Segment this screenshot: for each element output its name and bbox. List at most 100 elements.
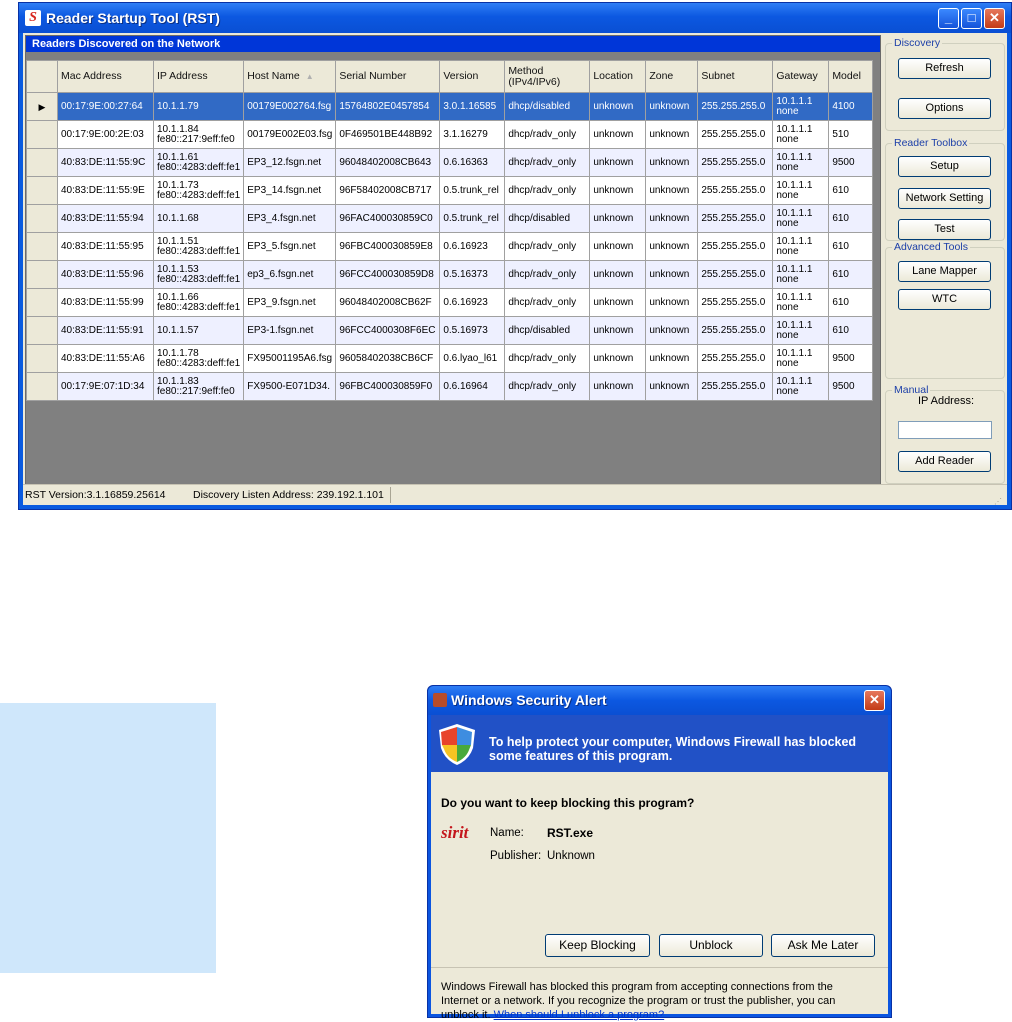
row-selector[interactable] bbox=[26, 204, 58, 233]
resize-grip-icon[interactable]: ⋰ bbox=[994, 492, 1004, 506]
row-selector[interactable] bbox=[26, 148, 58, 177]
column-header-version[interactable]: Version bbox=[439, 60, 506, 93]
cell-text: 10.1.1.1 bbox=[776, 263, 813, 275]
cell-text: FX95001195A6.fsg bbox=[247, 352, 333, 364]
cell-text: unknown bbox=[649, 296, 690, 308]
cell-ip: 10.1.1.79 bbox=[152, 92, 245, 121]
cell-text: FX9500-E071D34. bbox=[247, 380, 331, 392]
cell-text: 9500 bbox=[832, 352, 855, 364]
table-row[interactable]: 00:17:9E:07:1D:34 10.1.1.83 fe80::217:9eff… bbox=[26, 372, 874, 401]
close-icon[interactable]: ✕ bbox=[864, 690, 885, 711]
table-row[interactable]: 40:83:DE:11:55:95 10.1.1.51 fe80::4283:def… bbox=[26, 232, 874, 261]
column-label: Mac Address bbox=[61, 70, 122, 82]
cell-text: fe80::4283:deff:fe1 bbox=[157, 301, 241, 313]
alert-banner: To help protect your computer, Windows F… bbox=[431, 715, 888, 772]
row-selector[interactable] bbox=[26, 344, 58, 373]
publisher-label: Publisher: bbox=[490, 850, 542, 862]
row-selector[interactable]: ▶ bbox=[26, 92, 58, 121]
cell-host: EP3_12.fsgn.net bbox=[243, 148, 337, 177]
cell-host: FX95001195A6.fsg bbox=[243, 344, 337, 373]
table-row[interactable]: 40:83:DE:11:55:A6 10.1.1.78 fe80::4283:def… bbox=[26, 344, 874, 373]
maximize-icon[interactable]: □ bbox=[961, 8, 982, 29]
column-label: Zone bbox=[649, 70, 674, 82]
banner-line: some features of this program. bbox=[489, 749, 673, 763]
row-selector[interactable] bbox=[26, 372, 58, 401]
listen-address-status: Discovery Listen Address: 239.192.1.101 bbox=[193, 489, 384, 501]
column-header-zone[interactable]: Zone bbox=[645, 60, 699, 93]
current-row-icon: ▶ bbox=[38, 101, 46, 112]
cell-text: 3.0.1.16585 bbox=[443, 100, 497, 112]
column-header-method[interactable]: Method (IPv4/IPv6) bbox=[504, 60, 591, 93]
cell-text: fe80::4283:deff:fe1 bbox=[157, 189, 241, 201]
table-row[interactable]: 00:17:9E:00:2E:03 10.1.1.84 fe80::217:9eff… bbox=[26, 120, 874, 149]
unblock-button[interactable]: Unblock bbox=[659, 934, 763, 957]
window-titlebar[interactable]: S Reader Startup Tool (RST) _ □ ✕ bbox=[19, 3, 1011, 33]
row-selector[interactable] bbox=[26, 120, 58, 149]
row-selector[interactable] bbox=[26, 316, 58, 345]
column-header-gateway[interactable]: Gateway bbox=[772, 60, 830, 93]
test-button[interactable]: Test bbox=[898, 219, 991, 240]
cell-text: 10.1.1.83 bbox=[157, 375, 199, 387]
cell-host: FX9500-E071D34. bbox=[243, 372, 337, 401]
column-header-subnet[interactable]: Subnet bbox=[697, 60, 774, 93]
ask-me-later-button[interactable]: Ask Me Later bbox=[771, 934, 875, 957]
cell-text: 610 bbox=[832, 268, 849, 280]
cell-gateway: 10.1.1.1 none bbox=[772, 344, 830, 373]
cell-method: dhcp/disabled bbox=[504, 316, 591, 345]
close-icon[interactable]: ✕ bbox=[984, 8, 1005, 29]
column-header-serial[interactable]: Serial Number bbox=[335, 60, 441, 93]
cell-text: dhcp/disabled bbox=[508, 100, 571, 112]
table-row[interactable]: 40:83:DE:11:55:94 10.1.1.68 EP3_4.fsgn.net… bbox=[26, 204, 874, 233]
column-header-mac[interactable]: Mac Address bbox=[57, 60, 154, 93]
cell-text: unknown bbox=[649, 100, 690, 112]
options-button[interactable]: Options bbox=[898, 98, 991, 119]
discovery-group: Discovery Refresh Options bbox=[885, 37, 1005, 131]
ip-address-input[interactable] bbox=[898, 421, 992, 439]
table-row[interactable]: 40:83:DE:11:55:9C 10.1.1.61 fe80::4283:def… bbox=[26, 148, 874, 177]
row-selector[interactable] bbox=[26, 260, 58, 289]
cell-text: 10.1.1.68 bbox=[157, 212, 199, 224]
setup-button[interactable]: Setup bbox=[898, 156, 991, 177]
table-row[interactable]: 40:83:DE:11:55:96 10.1.1.53 fe80::4283:def… bbox=[26, 260, 874, 289]
wtc-button[interactable]: WTC bbox=[898, 289, 991, 310]
cell-text: 0.6.16363 bbox=[443, 156, 488, 168]
column-label: Version bbox=[443, 70, 479, 82]
network-setting-button[interactable]: Network Setting bbox=[898, 188, 991, 209]
row-selector[interactable] bbox=[26, 288, 58, 317]
cell-ip: 10.1.1.83 fe80::217:9eff:fe0 bbox=[152, 372, 245, 401]
cell-model: 4100 bbox=[828, 92, 874, 121]
footer-line: unblock it. bbox=[441, 1009, 491, 1021]
cell-model: 610 bbox=[828, 204, 874, 233]
cell-location: unknown bbox=[589, 288, 647, 317]
lane-mapper-button[interactable]: Lane Mapper bbox=[898, 261, 991, 282]
cell-text: dhcp/radv_only bbox=[508, 156, 577, 168]
column-header-location[interactable]: Location bbox=[589, 60, 647, 93]
cell-ip: 10.1.1.61 fe80::4283:deff:fe1 bbox=[152, 148, 245, 177]
cell-method: dhcp/radv_only bbox=[504, 148, 591, 177]
cell-zone: unknown bbox=[645, 92, 699, 121]
cell-serial: 0F469501BE448B92 bbox=[335, 120, 441, 149]
table-row[interactable]: 40:83:DE:11:55:99 10.1.1.66 fe80::4283:def… bbox=[26, 288, 874, 317]
table-row[interactable]: ▶ 00:17:9E:00:27:64 10.1.1.79 00179E002764.… bbox=[26, 92, 874, 121]
cell-text: none bbox=[776, 245, 799, 257]
column-header-host[interactable]: Host Name ▲ bbox=[243, 60, 337, 93]
column-header-ip[interactable]: IP Address bbox=[152, 60, 245, 93]
cell-subnet: 255.255.255.0 bbox=[697, 288, 774, 317]
refresh-button[interactable]: Refresh bbox=[898, 58, 991, 79]
cell-text: 255.255.255.0 bbox=[701, 240, 766, 252]
column-header-model[interactable]: Model bbox=[828, 60, 874, 93]
cell-text: unknown bbox=[649, 184, 690, 196]
row-selector[interactable] bbox=[26, 176, 58, 205]
row-selector[interactable] bbox=[26, 232, 58, 261]
keep-blocking-button[interactable]: Keep Blocking bbox=[545, 934, 650, 957]
cell-text: 96048402008CB62F bbox=[339, 296, 432, 308]
alert-titlebar[interactable]: Windows Security Alert ✕ bbox=[428, 686, 891, 715]
cell-serial: 96F58402008CB717 bbox=[335, 176, 441, 205]
unblock-help-link[interactable]: When should I unblock a program? bbox=[494, 1009, 665, 1021]
cell-mac: 40:83:DE:11:55:95 bbox=[57, 232, 154, 261]
minimize-icon[interactable]: _ bbox=[938, 8, 959, 29]
add-reader-button[interactable]: Add Reader bbox=[898, 451, 991, 472]
table-row[interactable]: 40:83:DE:11:55:9E 10.1.1.73 fe80::4283:def… bbox=[26, 176, 874, 205]
cell-method: dhcp/radv_only bbox=[504, 120, 591, 149]
table-row[interactable]: 40:83:DE:11:55:91 10.1.1.57 EP3-1.fsgn.net… bbox=[26, 316, 874, 345]
